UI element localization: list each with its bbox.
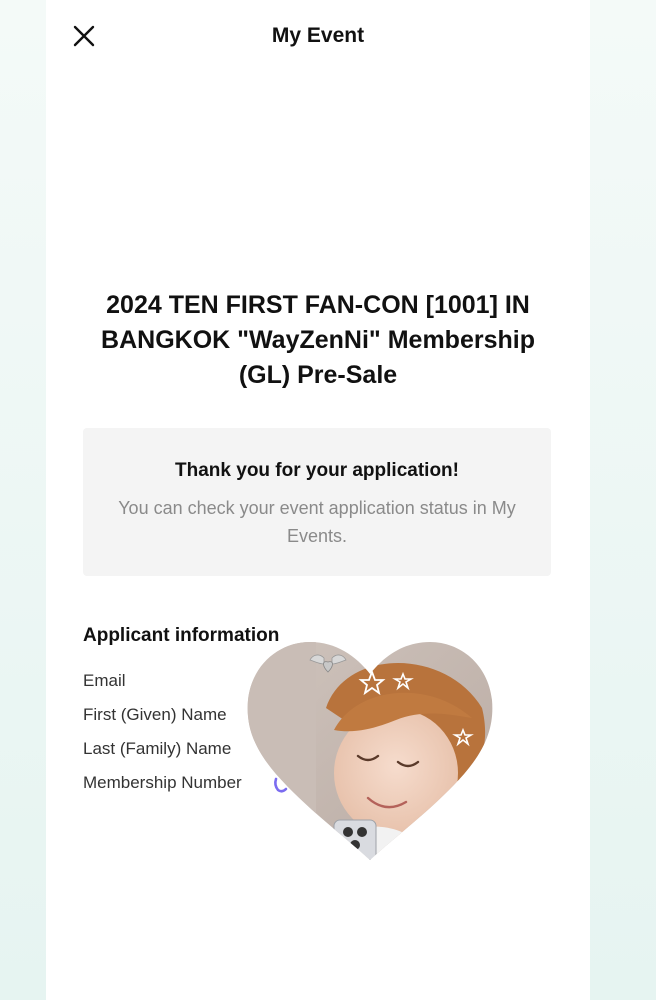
applicant-field-list: Email First (Given) Name Last (Family) N…: [83, 670, 242, 806]
event-sheet: My Event 2024 TEN FIRST FAN-CON [1001] I…: [46, 0, 590, 1000]
header-bar: My Event: [46, 0, 590, 72]
field-last-name-label: Last (Family) Name: [83, 739, 232, 758]
event-title: 2024 TEN FIRST FAN-CON [1001] IN BANGKOK…: [76, 288, 560, 393]
notice-heading: Thank you for your application!: [175, 460, 459, 481]
event-title-line-2: BANGKOK "WayZenNi" Membership: [101, 326, 535, 354]
backdrop-left: [0, 0, 46, 1000]
event-title-line-3: (GL) Pre-Sale: [238, 361, 398, 389]
page-title: My Event: [271, 24, 365, 47]
field-email-label: Email: [83, 671, 126, 690]
notice-body: You can check your event application sta…: [118, 498, 516, 546]
field-first-name-label: First (Given) Name: [83, 705, 227, 724]
application-notice: Thank you for your application! You can …: [83, 428, 551, 576]
heart-photo-sticker: [246, 638, 494, 862]
backdrop-right: [590, 0, 656, 1000]
field-membership-number-label: Membership Number: [83, 773, 242, 792]
event-title-line-1: 2024 TEN FIRST FAN-CON [1001] IN: [106, 291, 530, 319]
